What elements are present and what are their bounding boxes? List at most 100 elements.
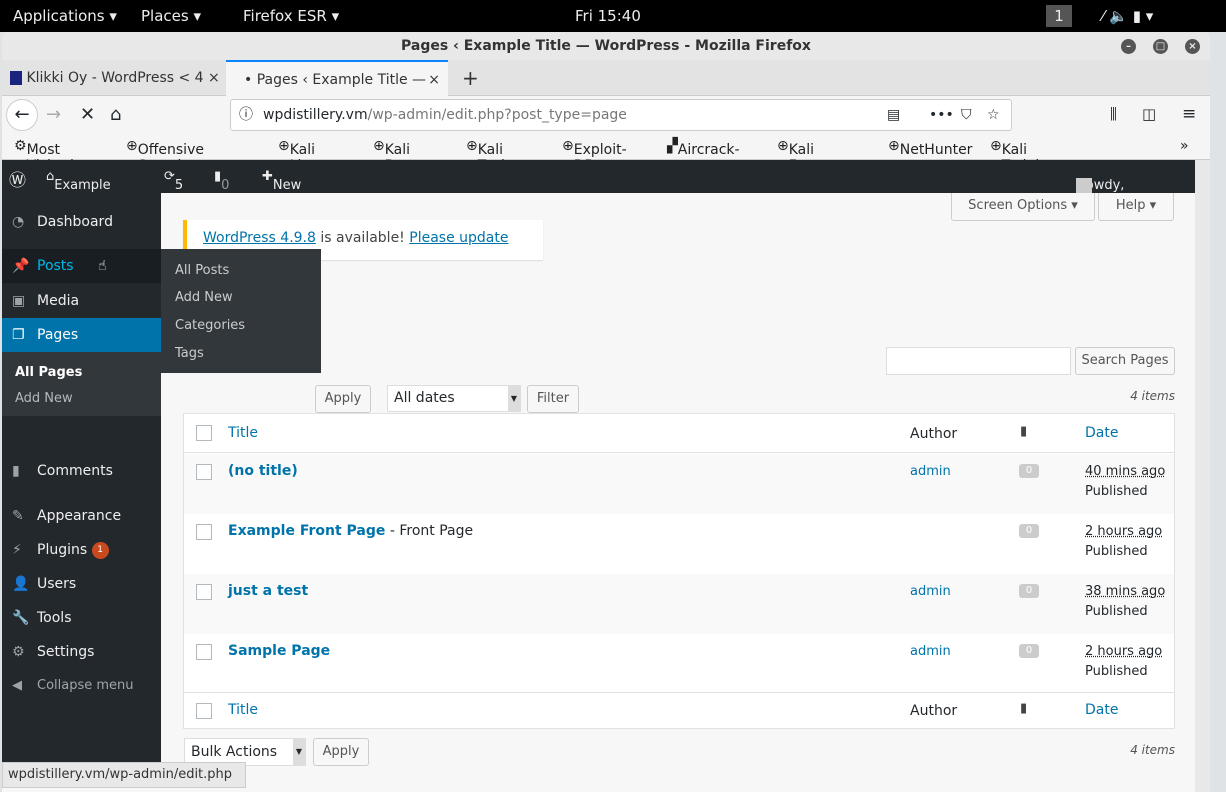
select-all-checkbox[interactable] [196, 425, 212, 441]
new-tab-button[interactable]: + [454, 60, 479, 96]
wordpress-logo-icon[interactable]: Ⓦ [9, 166, 26, 191]
bookmark[interactable]: ⊕ Kali Training [990, 138, 1057, 174]
page-title-link[interactable]: just a test [228, 583, 308, 599]
filter-button[interactable]: Filter [527, 385, 579, 413]
search-pages-button[interactable]: Search Pages [1075, 347, 1175, 375]
minimize-icon[interactable]: – [1121, 39, 1136, 54]
comment-count-bubble[interactable]: 0 [1019, 464, 1039, 478]
flyout-all-posts[interactable]: All Posts [175, 263, 229, 278]
more-bookmarks-icon[interactable]: » [1180, 138, 1189, 154]
help-button[interactable]: Help ▾ [1098, 193, 1174, 221]
info-icon[interactable]: ⓘ [239, 100, 253, 130]
menu-icon[interactable]: ≡ [1182, 104, 1196, 124]
flyout-add-new[interactable]: Add New [175, 290, 233, 305]
home-button[interactable]: ⌂ [110, 104, 121, 125]
tab-pages[interactable]: • Pages ‹ Example Title — × [226, 60, 448, 96]
bookmark[interactable]: ⊕ Exploit-DB [562, 138, 627, 174]
tab-klikki[interactable]: Klikki Oy - WordPress < 4 × [2, 60, 224, 96]
firefox-menu[interactable]: Firefox ESR ▾ [243, 7, 339, 25]
submenu-all-pages[interactable]: All Pages [15, 365, 82, 380]
applications-menu[interactable]: Applications ▾ [13, 7, 117, 25]
comment-count-bubble[interactable]: 0 [1019, 584, 1039, 598]
comment-column-icon[interactable]: ▮ [1020, 701, 1027, 716]
bookmark[interactable]: ⊕ Kali Forums [777, 138, 840, 174]
menu-appearance[interactable]: ✎ Appearance [2, 499, 161, 533]
row-checkbox[interactable] [196, 464, 212, 480]
new-content-link[interactable]: ✚ New [262, 169, 301, 193]
comment-count-bubble[interactable]: 0 [1019, 524, 1039, 538]
menu-label: Collapse menu [37, 678, 134, 693]
menu-label: Settings [37, 644, 95, 660]
system-top-bar: Applications ▾ Places ▾ Firefox ESR ▾ Fr… [0, 0, 1226, 32]
author-link[interactable]: admin [910, 584, 951, 599]
bookmark[interactable]: ⊕ Kali Docs [373, 138, 419, 174]
apply-button-top[interactable]: Apply [315, 385, 371, 413]
stop-button[interactable]: ✕ [80, 104, 95, 125]
version-link[interactable]: WordPress 4.9.8 [203, 230, 316, 246]
menu-users[interactable]: 👤 Users [2, 567, 161, 601]
menu-settings[interactable]: ⚙ Settings [2, 635, 161, 669]
page-title-link[interactable]: (no title) [228, 463, 298, 479]
page-title-link[interactable]: Sample Page [228, 643, 330, 659]
date-column-header[interactable]: Date [1085, 425, 1118, 441]
workspace-indicator[interactable]: 1 [1046, 5, 1072, 27]
window-titlebar: Pages ‹ Example Title — WordPress - Mozi… [2, 32, 1210, 60]
bookmark[interactable]: ▞ Aircrack-ng [667, 138, 740, 174]
page-actions-icon[interactable]: ••• [929, 100, 954, 130]
comments-link[interactable]: ▮ 0 [214, 169, 229, 193]
search-pages-input[interactable] [886, 347, 1071, 375]
updates-link[interactable]: ⟳ 5 [164, 169, 183, 193]
maximize-icon[interactable]: □ [1153, 39, 1168, 54]
collapse-menu-button[interactable]: ◀ Collapse menu [2, 669, 161, 703]
menu-tools[interactable]: 🔧 Tools [2, 601, 161, 635]
screen-options-button[interactable]: Screen Options ▾ [951, 193, 1095, 221]
clock[interactable]: Fri 15:40 [575, 7, 641, 25]
author-link[interactable]: admin [910, 464, 951, 479]
title-column-header[interactable]: Title [228, 425, 258, 441]
author-link[interactable]: admin [910, 644, 951, 659]
select-all-checkbox-footer[interactable] [196, 703, 212, 719]
menu-pages[interactable]: ❐ Pages [2, 318, 161, 352]
system-tray-icons[interactable]: ⁄ 🔈 ▮ ▾ [1102, 7, 1153, 25]
row-checkbox[interactable] [196, 524, 212, 540]
back-button[interactable]: ← [6, 99, 38, 131]
admin-sidebar: ◔ Dashboard 📌 Posts ☝ ▣ Media ❐ Pages All Pag… [2, 193, 161, 763]
bookmark[interactable]: ⊕ Kali Tools [466, 138, 512, 174]
menu-comments[interactable]: ▮ Comments [2, 454, 161, 488]
close-icon[interactable]: × [1185, 39, 1200, 54]
menu-label: Dashboard [37, 214, 113, 230]
sidebar-icon[interactable]: ◫ [1142, 105, 1156, 123]
places-menu[interactable]: Places ▾ [141, 7, 201, 25]
site-name-link[interactable]: ⌂ Example Title [46, 169, 111, 208]
menu-media[interactable]: ▣ Media [2, 284, 161, 318]
bookmark[interactable]: ⊕ Kali Linux [278, 138, 327, 174]
reader-view-icon[interactable]: ▤ [887, 100, 900, 130]
menu-posts[interactable]: 📌 Posts ☝ [2, 249, 161, 283]
library-icon[interactable]: ⫼ [1110, 105, 1117, 123]
bookmark[interactable]: ⊕ Offensive Security [126, 138, 204, 174]
row-checkbox[interactable] [196, 644, 212, 660]
row-checkbox[interactable] [196, 584, 212, 600]
title-column-footer[interactable]: Title [228, 702, 258, 718]
dashboard-icon: ◔ [12, 214, 25, 230]
date-filter-select[interactable]: All dates ▼ [387, 385, 521, 412]
bookmark-star-icon[interactable]: ☆ [987, 100, 1000, 130]
submenu-add-new[interactable]: Add New [15, 391, 73, 406]
pocket-icon[interactable]: ⛉ [961, 100, 972, 130]
date-column-footer[interactable]: Date [1085, 702, 1118, 718]
status-bar-url: wpdistillery.vm/wp-admin/edit.php [2, 762, 246, 788]
comment-column-icon[interactable]: ▮ [1020, 424, 1027, 439]
bookmark-most-visited[interactable]: ⚙ Most Visited [14, 138, 74, 174]
bookmark[interactable]: ⊕ NetHunter [888, 138, 972, 158]
page-scrollbar[interactable] [1195, 160, 1210, 792]
forward-button[interactable]: → [46, 104, 61, 125]
page-title-link[interactable]: Example Front Page [228, 523, 385, 539]
flyout-categories[interactable]: Categories [175, 318, 245, 333]
apply-button-bottom[interactable]: Apply [313, 738, 369, 766]
menu-dashboard[interactable]: ◔ Dashboard [2, 205, 161, 239]
url-bar[interactable]: ⓘ wpdistillery.vm/wp-admin/edit.php?post… [230, 99, 1012, 131]
menu-plugins[interactable]: ⚡ Plugins 1 [2, 533, 161, 567]
comment-count-bubble[interactable]: 0 [1019, 644, 1039, 658]
tab-close-icon[interactable]: × [428, 62, 440, 98]
flyout-tags[interactable]: Tags [175, 346, 204, 361]
